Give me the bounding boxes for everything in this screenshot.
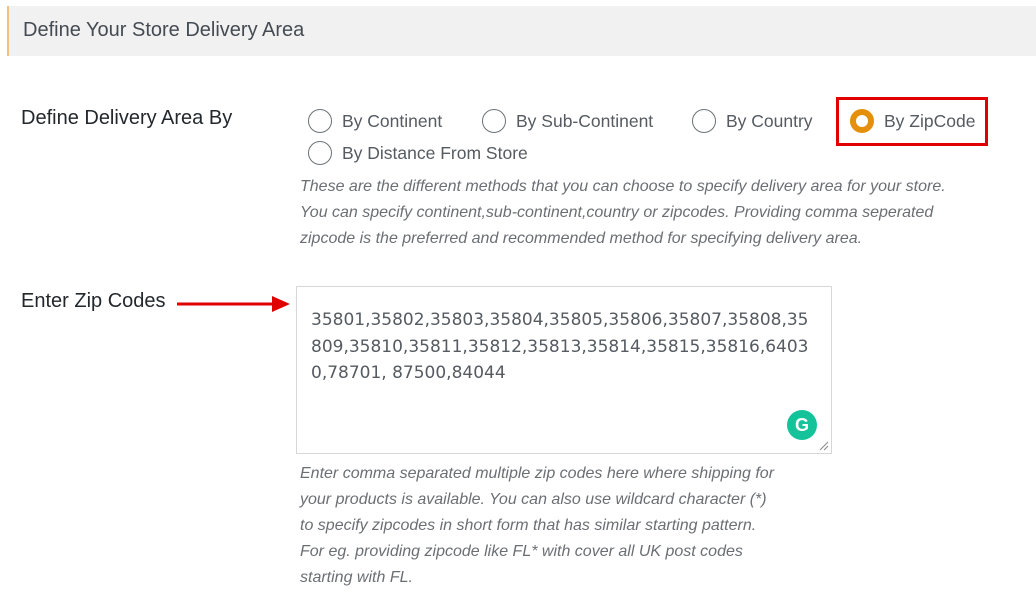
zip-codes-line: 35801,35802,35803,35804,35805,35806,3580… [311,310,809,330]
help-line: starting with FL. [300,569,413,586]
help-line: These are the different methods that you… [300,178,946,195]
radio-by-continent[interactable]: By Continent [308,109,442,133]
zip-codes-help-text: Enter comma separated multiple zip codes… [300,461,774,591]
radio-by-distance-from-store[interactable]: By Distance From Store [308,141,528,165]
delivery-area-help-text: These are the different methods that you… [300,174,946,252]
zip-codes-label: Enter Zip Codes [21,290,166,312]
help-line: your products is available. You can also… [300,491,767,508]
radio-circle[interactable] [692,109,716,133]
radio-label: By Continent [342,110,443,131]
radio-by-country[interactable]: By Country [692,109,813,133]
help-line: to specify zipcodes in short form that h… [300,517,757,534]
help-line: Enter comma separated multiple zip codes… [300,465,775,482]
zip-codes-value[interactable]: 35801,35802,35803,35804,35805,35806,3580… [311,307,809,387]
radio-circle[interactable] [482,109,506,133]
radio-by-sub-continent[interactable]: By Sub-Continent [482,109,653,133]
red-arrow-icon [177,296,290,312]
radio-circle[interactable] [308,109,332,133]
help-line: You can specify continent,sub-continent,… [300,204,934,221]
help-line: zipcode is the preferred and recommended… [300,230,863,247]
section-header: Define Your Store Delivery Area [7,6,1036,56]
radio-circle[interactable] [308,141,332,165]
radio-label: By Country [726,110,813,131]
grammarly-icon[interactable]: G [787,410,817,440]
highlight-box [836,97,988,146]
zip-codes-textarea[interactable]: 35801,35802,35803,35804,35805,35806,3580… [296,286,832,454]
zip-codes-line: 809,35810,35811,35812,35813,35814,35815,… [311,336,809,357]
radio-label: By Distance From Store [342,142,528,163]
zip-codes-line: 0,78701, 87500,84044 [311,363,506,383]
radio-label: By Sub-Continent [516,110,654,131]
help-line: For eg. providing zipcode like FL* with … [300,543,743,560]
resize-handle-icon[interactable] [819,441,829,451]
section-title: Define Your Store Delivery Area [23,19,305,41]
delivery-area-label: Define Delivery Area By [21,107,233,129]
